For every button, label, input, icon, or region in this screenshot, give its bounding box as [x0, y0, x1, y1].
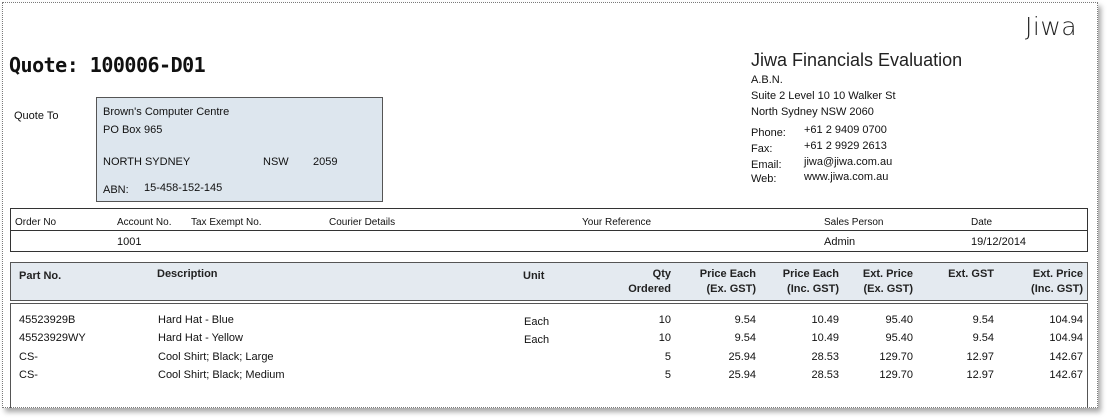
customer-po-box: PO Box 965	[103, 124, 163, 136]
customer-city: NORTH SYDNEY	[103, 156, 191, 168]
company-web: www.jiwa.com.au	[804, 171, 889, 183]
price-ex-cell: 25.94	[728, 369, 756, 381]
ext-price-cell: 95.40	[885, 332, 913, 344]
unit-cell: Each	[524, 316, 550, 328]
quote-to-address-box: Brown's Computer Centre PO Box 965 NORTH…	[96, 97, 383, 202]
company-email: jiwa@jiwa.com.au	[804, 156, 893, 168]
customer-abn: 15-458-152-145	[144, 182, 223, 194]
order-info-divider	[11, 230, 1087, 231]
ext-inc-cell: 104.94	[1049, 314, 1083, 326]
qty-cell: 5	[664, 369, 671, 381]
quote-to-label: Quote To	[14, 110, 59, 122]
price-ex-cell: 9.54	[734, 314, 756, 326]
price-inc-cell: 10.49	[811, 314, 839, 326]
your-reference-header: Your Reference	[582, 217, 652, 228]
company-web-label: Web:	[751, 173, 777, 185]
ext-inc-header-1: Ext. Price	[1032, 268, 1083, 280]
description-cell: Hard Hat - Yellow	[158, 332, 243, 344]
ext-gst-cell: 12.97	[966, 351, 994, 363]
qty-cell: 10	[658, 332, 671, 344]
courier-details-header: Courier Details	[329, 217, 396, 228]
price-inc-cell: 28.53	[811, 351, 839, 363]
part-no-cell: 45523929WY	[19, 332, 86, 344]
part-no-cell: CS-	[19, 351, 38, 363]
description-header: Description	[157, 268, 218, 280]
ext-price-header-2: (Ex. GST)	[863, 283, 913, 295]
sales-person-header: Sales Person	[824, 217, 884, 228]
ext-price-cell: 129.70	[879, 351, 913, 363]
price-inc-header-1: Price Each	[782, 268, 839, 280]
customer-postcode: 2059	[313, 156, 338, 168]
tax-exempt-header: Tax Exempt No.	[191, 217, 262, 228]
company-phone: +61 2 9409 0700	[804, 124, 887, 136]
date-value: 19/12/2014	[971, 236, 1027, 248]
unit-cell: Each	[524, 334, 550, 346]
company-name: Jiwa Financials Evaluation	[751, 50, 963, 70]
table-row: CS- Cool Shirt; Black; Medium 5 25.94 28…	[11, 369, 1087, 387]
line-items-header: Part No. Description Unit Qty Ordered Pr…	[10, 262, 1088, 301]
table-row: 45523929B Hard Hat - Blue Each 10 9.54 1…	[11, 314, 1087, 332]
description-cell: Cool Shirt; Black; Medium	[158, 369, 285, 381]
unit-header: Unit	[523, 270, 545, 282]
description-cell: Hard Hat - Blue	[158, 314, 234, 326]
table-row: CS- Cool Shirt; Black; Large 5 25.94 28.…	[11, 351, 1087, 369]
ext-inc-header-2: (Inc. GST)	[1031, 283, 1083, 295]
ext-gst-cell: 9.54	[972, 314, 994, 326]
ext-gst-cell: 12.97	[966, 369, 994, 381]
account-no-header: Account No.	[117, 217, 172, 228]
price-inc-cell: 10.49	[811, 332, 839, 344]
customer-abn-label: ABN:	[103, 184, 129, 196]
quote-title: Quote: 100006-D01	[9, 53, 206, 77]
sales-person-value: Admin	[824, 236, 856, 248]
company-abn-label: A.B.N.	[751, 74, 783, 86]
company-logo: Jiwa	[1025, 12, 1078, 41]
price-ex-cell: 9.54	[734, 332, 756, 344]
ext-price-cell: 95.40	[885, 314, 913, 326]
part-no-header: Part No.	[19, 270, 62, 282]
customer-name: Brown's Computer Centre	[103, 106, 230, 118]
company-address-line1: Suite 2 Level 10 10 Walker St	[751, 90, 896, 102]
ext-inc-cell: 142.67	[1049, 351, 1083, 363]
date-header: Date	[971, 217, 993, 228]
company-address-line2: North Sydney NSW 2060	[751, 106, 874, 118]
company-phone-label: Phone:	[751, 127, 786, 139]
order-info-box: Order No Account No. Tax Exempt No. Cour…	[10, 208, 1088, 252]
price-ex-header-1: Price Each	[699, 268, 756, 280]
ext-inc-cell: 104.94	[1049, 332, 1083, 344]
price-ex-header-2: (Ex. GST)	[706, 283, 756, 295]
part-no-cell: CS-	[19, 369, 38, 381]
ext-price-cell: 129.70	[879, 369, 913, 381]
order-no-header: Order No	[15, 217, 57, 228]
part-no-cell: 45523929B	[19, 314, 76, 326]
qty-cell: 10	[658, 314, 671, 326]
company-email-label: Email:	[751, 159, 782, 171]
price-ex-cell: 25.94	[728, 351, 756, 363]
ext-gst-header: Ext. GST	[948, 268, 994, 280]
quote-document: Jiwa Quote: 100006-D01 Jiwa Financials E…	[2, 2, 1098, 408]
company-fax: +61 2 9929 2613	[804, 140, 887, 152]
ext-price-header-1: Ext. Price	[862, 268, 913, 280]
table-row: 45523929WY Hard Hat - Yellow Each 10 9.5…	[11, 332, 1087, 350]
qty-cell: 5	[664, 351, 671, 363]
ext-gst-cell: 9.54	[972, 332, 994, 344]
qty-header-1: Qty	[652, 268, 671, 280]
price-inc-cell: 28.53	[811, 369, 839, 381]
price-inc-header-2: (Inc. GST)	[787, 283, 839, 295]
line-items-body: 45523929B Hard Hat - Blue Each 10 9.54 1…	[10, 303, 1088, 408]
description-cell: Cool Shirt; Black; Large	[158, 351, 274, 363]
qty-header-2: Ordered	[628, 283, 671, 295]
account-no-value: 1001	[117, 236, 142, 248]
customer-state: NSW	[263, 156, 289, 168]
company-fax-label: Fax:	[751, 143, 773, 155]
ext-inc-cell: 142.67	[1049, 369, 1083, 381]
